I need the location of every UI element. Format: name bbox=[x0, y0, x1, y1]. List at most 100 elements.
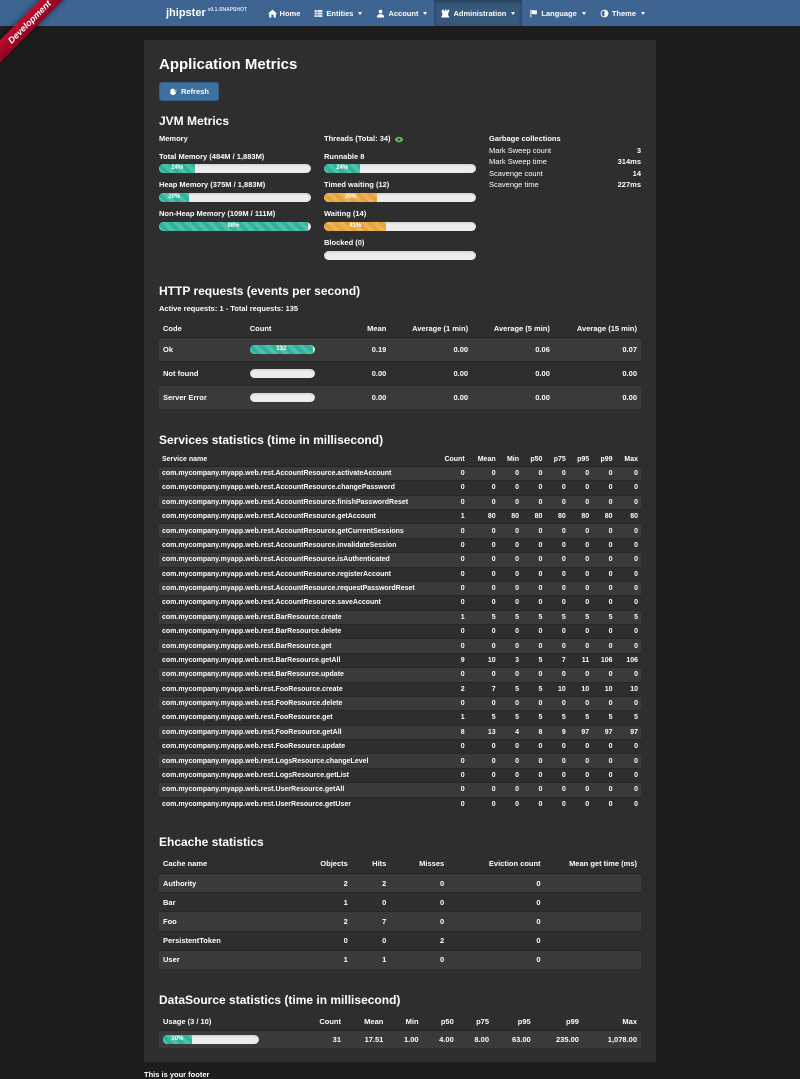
gc-value: 314ms bbox=[618, 156, 641, 168]
cache-row-name: User bbox=[159, 950, 304, 969]
thread-progress-bar: 24% bbox=[324, 164, 476, 173]
memory-label: Total Memory (484M / 1,883M) bbox=[159, 152, 311, 162]
service-row-name: com.mycompany.myapp.web.rest.BarResource… bbox=[159, 639, 434, 653]
thread-label: Runnable 8 bbox=[324, 152, 476, 162]
progress-fill: 41% bbox=[324, 222, 386, 231]
column-header: p75 bbox=[545, 453, 568, 467]
gc-heading: Garbage collections bbox=[489, 134, 641, 145]
column-header: Misses bbox=[390, 855, 448, 874]
ehcache-heading: Ehcache statistics bbox=[159, 835, 641, 849]
http-count bbox=[246, 385, 328, 409]
memory-column: Memory Total Memory (484M / 1,883M) 24% He… bbox=[159, 134, 311, 260]
navbar-container: jhipsterv0.1-SNAPSHOT HomeEntitiesAccoun… bbox=[144, 0, 656, 26]
gc-column: Garbage collections Mark Sweep count3Mar… bbox=[489, 134, 641, 260]
column-header: Average (1 min) bbox=[390, 320, 472, 338]
cache-row-name: Foo bbox=[159, 912, 304, 931]
service-row-name: com.mycompany.myapp.web.rest.BarResource… bbox=[159, 668, 434, 682]
flag-icon bbox=[529, 9, 538, 18]
http-code: Ok bbox=[159, 337, 246, 361]
thread-label: Timed waiting (12) bbox=[324, 180, 476, 190]
column-header: Hits bbox=[352, 855, 391, 874]
progress-fill: 132 bbox=[250, 345, 313, 354]
nav-item-label: Language bbox=[541, 9, 576, 18]
memory-progress-bar: 98% bbox=[159, 222, 311, 231]
metrics-page: Application Metrics Refresh JVM Metrics … bbox=[144, 40, 656, 1062]
brand-link[interactable]: jhipsterv0.1-SNAPSHOT bbox=[166, 8, 247, 19]
http-requests-table: CodeCountMeanAverage (1 min)Average (5 m… bbox=[159, 320, 641, 409]
services-table: Service nameCountMeanMinp50p75p95p99Maxc… bbox=[159, 453, 641, 811]
tower-icon bbox=[441, 9, 450, 18]
services-heading: Services statistics (time in millisecond… bbox=[159, 433, 641, 447]
service-row-name: com.mycompany.myapp.web.rest.AccountReso… bbox=[159, 567, 434, 581]
nav-item-label: Theme bbox=[612, 9, 636, 18]
column-header: Usage (3 / 10) bbox=[159, 1013, 299, 1031]
column-header: p99 bbox=[535, 1013, 583, 1031]
ehcache-table: Cache nameObjectsHitsMissesEviction coun… bbox=[159, 855, 641, 969]
http-count: 132 bbox=[246, 337, 328, 361]
http-row: Server Error0.000.000.000.00 bbox=[159, 385, 641, 409]
column-header: p50 bbox=[522, 453, 545, 467]
service-row-name: com.mycompany.myapp.web.rest.LogsResourc… bbox=[159, 768, 434, 782]
column-header: Mean bbox=[345, 1013, 387, 1031]
progress-fill: 35% bbox=[324, 193, 377, 202]
nav-item-language[interactable]: Language bbox=[522, 0, 592, 26]
jvm-heading: JVM Metrics bbox=[159, 114, 641, 128]
thread-progress-bar bbox=[324, 251, 476, 260]
gc-row: Scavenge time227ms bbox=[489, 179, 641, 191]
column-header: Mean get time (ms) bbox=[545, 855, 641, 874]
eye-icon[interactable] bbox=[394, 135, 404, 144]
service-row: com.mycompany.myapp.web.rest.LogsResourc… bbox=[159, 754, 641, 768]
service-row-name: com.mycompany.myapp.web.rest.FooResource… bbox=[159, 696, 434, 710]
nav-item-theme[interactable]: Theme bbox=[593, 0, 652, 26]
service-row: com.mycompany.myapp.web.rest.FooResource… bbox=[159, 740, 641, 754]
column-header: Count bbox=[246, 320, 328, 338]
service-row-name: com.mycompany.myapp.web.rest.AccountReso… bbox=[159, 481, 434, 495]
memory-progress-bar: 24% bbox=[159, 164, 311, 173]
list-icon bbox=[314, 9, 323, 18]
user-icon bbox=[376, 9, 385, 18]
gc-row: Mark Sweep count3 bbox=[489, 145, 641, 157]
jvm-metrics-grid: Memory Total Memory (484M / 1,883M) 24% He… bbox=[159, 134, 641, 260]
nav-item-account[interactable]: Account bbox=[369, 0, 434, 26]
http-summary: Active requests: 1 - Total requests: 135 bbox=[159, 304, 641, 313]
chevron-down-icon bbox=[358, 12, 362, 15]
chevron-down-icon bbox=[423, 12, 427, 15]
service-row-name: com.mycompany.myapp.web.rest.AccountReso… bbox=[159, 596, 434, 610]
nav-item-entities[interactable]: Entities bbox=[307, 0, 369, 26]
threads-heading: Threads (Total: 34) bbox=[324, 134, 391, 145]
nav-item-home[interactable]: Home bbox=[261, 0, 308, 26]
service-row: com.mycompany.myapp.web.rest.FooResource… bbox=[159, 725, 641, 739]
service-row: com.mycompany.myapp.web.rest.UserResourc… bbox=[159, 797, 641, 811]
service-row: com.mycompany.myapp.web.rest.FooResource… bbox=[159, 682, 641, 696]
service-row: com.mycompany.myapp.web.rest.BarResource… bbox=[159, 653, 641, 667]
column-header: Service name bbox=[159, 453, 434, 467]
gc-value: 227ms bbox=[618, 179, 641, 191]
service-row: com.mycompany.myapp.web.rest.AccountReso… bbox=[159, 553, 641, 567]
chevron-down-icon bbox=[641, 12, 645, 15]
memory-heading: Memory bbox=[159, 134, 311, 145]
service-row: com.mycompany.myapp.web.rest.BarResource… bbox=[159, 639, 641, 653]
memory-label: Heap Memory (375M / 1,883M) bbox=[159, 180, 311, 190]
cache-row-name: Authority bbox=[159, 874, 304, 893]
column-header: p95 bbox=[569, 453, 592, 467]
column-header: Max bbox=[583, 1013, 641, 1031]
refresh-button[interactable]: Refresh bbox=[159, 82, 219, 101]
service-row: com.mycompany.myapp.web.rest.FooResource… bbox=[159, 711, 641, 725]
progress-fill: 20% bbox=[159, 193, 189, 202]
column-header: Min bbox=[387, 1013, 422, 1031]
service-row: com.mycompany.myapp.web.rest.AccountReso… bbox=[159, 495, 641, 509]
progress-fill: 24% bbox=[324, 164, 360, 173]
page-title: Application Metrics bbox=[159, 56, 641, 73]
http-heading: HTTP requests (events per second) bbox=[159, 284, 641, 298]
count-progress-bar: 132 bbox=[250, 345, 315, 354]
cache-row: User1100 bbox=[159, 950, 641, 969]
gc-label: Scavenge count bbox=[489, 168, 543, 180]
gc-label: Mark Sweep time bbox=[489, 156, 547, 168]
footer: This is your footer bbox=[144, 1070, 656, 1079]
service-row-name: com.mycompany.myapp.web.rest.AccountReso… bbox=[159, 553, 434, 567]
gc-row: Mark Sweep time 314ms bbox=[489, 156, 641, 168]
progress-fill: 24% bbox=[159, 164, 195, 173]
column-header: Mean bbox=[468, 453, 499, 467]
nav-item-administration[interactable]: Administration bbox=[434, 0, 522, 26]
service-row-name: com.mycompany.myapp.web.rest.AccountReso… bbox=[159, 538, 434, 552]
